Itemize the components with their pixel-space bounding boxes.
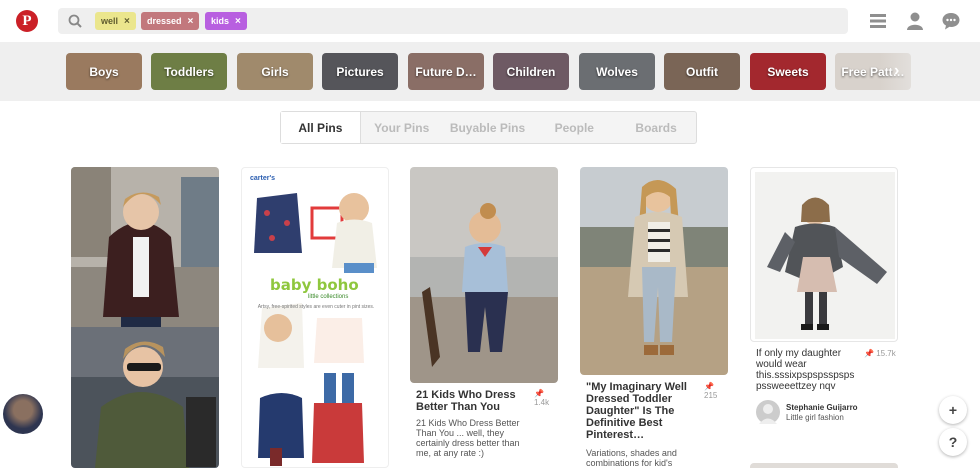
token-label: dressed	[147, 16, 182, 26]
search-token-kids[interactable]: kids ×	[205, 12, 247, 30]
remove-token-icon[interactable]: ×	[235, 16, 241, 27]
pin-description: If only my daughter would wear this.sssi…	[756, 348, 855, 392]
user-icon[interactable]	[905, 11, 925, 31]
guided-search-bar: Boys Toddlers Girls Pictures Future D… C…	[0, 42, 980, 101]
repin-count-value: 15.7k	[876, 349, 896, 358]
guide-wolves[interactable]: Wolves	[579, 53, 655, 90]
pin-image: carter's baby boho little collections Ar…	[241, 167, 389, 468]
help-button[interactable]: ?	[939, 428, 967, 456]
pin-card[interactable]: 21 Kids Who Dress Better Than You 📌 1.4k…	[410, 167, 558, 468]
repin-count-value: 1.4k	[534, 398, 550, 407]
tab-people[interactable]: People	[532, 112, 616, 143]
pinner-name[interactable]: Stephanie Guijarro	[786, 403, 858, 412]
pinterest-logo-icon[interactable]: P	[16, 10, 38, 32]
tab-your-pins[interactable]: Your Pins	[361, 112, 443, 143]
chevron-right-icon[interactable]: ›	[894, 62, 899, 80]
pin-image	[71, 167, 219, 468]
guide-children[interactable]: Children	[493, 53, 569, 90]
search-token-dressed[interactable]: dressed ×	[141, 12, 200, 30]
board-name[interactable]: Little girl fashion	[786, 413, 844, 422]
guide-boys[interactable]: Boys	[66, 53, 142, 90]
guide-future[interactable]: Future D…	[408, 53, 484, 90]
token-label: kids	[211, 16, 230, 26]
guide-toddlers[interactable]: Toddlers	[151, 53, 227, 90]
pin-card[interactable]: "My Imaginary Well Dressed Toddler Daugh…	[580, 167, 728, 468]
tab-buyable-pins[interactable]: Buyable Pins	[443, 112, 533, 143]
pin-image	[410, 167, 558, 383]
search-icon	[68, 14, 82, 28]
header-bar: P well × dressed × kids ×	[0, 0, 980, 42]
guide-girls[interactable]: Girls	[237, 53, 313, 90]
pinner-avatar[interactable]	[756, 400, 780, 424]
search-token-well[interactable]: well ×	[95, 12, 136, 30]
pin-image	[750, 167, 898, 342]
pin-description: Variations, shades and combinations for …	[586, 448, 677, 468]
profile-avatar[interactable]	[3, 394, 43, 434]
pin-filter-tabs: All Pins Your Pins Buyable Pins People B…	[280, 111, 697, 144]
pin-image	[580, 167, 728, 375]
pin-title[interactable]: 21 Kids Who Dress Better Than You	[416, 389, 536, 413]
chat-icon[interactable]	[941, 11, 961, 31]
repin-count: 📌 1.4k	[534, 389, 550, 407]
pin-description: 21 Kids Who Dress Better Than You ... we…	[416, 418, 520, 458]
token-label: well	[101, 16, 119, 26]
repin-count-value: 215	[704, 391, 718, 400]
pin-title[interactable]: "My Imaginary Well Dressed Toddler Daugh…	[586, 381, 698, 441]
next-pin-image	[750, 463, 898, 468]
pin-card[interactable]: If only my daughter would wear this.sssi…	[750, 167, 898, 468]
guide-outfit[interactable]: Outfit	[664, 53, 740, 90]
pin-card[interactable]: carter's baby boho little collections Ar…	[241, 167, 389, 468]
tab-all-pins[interactable]: All Pins	[281, 112, 361, 143]
tab-boards[interactable]: Boards	[616, 112, 696, 143]
ad-tagline: Artsy, free-spirited styles are even cut…	[257, 304, 375, 310]
ad-headline: baby boho	[270, 276, 359, 294]
search-bar[interactable]: well × dressed × kids ×	[58, 8, 848, 34]
brand-label: carter's	[250, 175, 276, 182]
pin-card[interactable]	[71, 167, 219, 468]
repin-count: 📌 15.7k	[864, 349, 896, 358]
guide-sweets[interactable]: Sweets	[750, 53, 826, 90]
user-icon	[759, 404, 777, 424]
menu-icon[interactable]	[868, 11, 888, 31]
ad-subheadline: little collections	[308, 294, 349, 300]
remove-token-icon[interactable]: ×	[188, 16, 194, 27]
repin-count: 📌 215	[704, 382, 718, 400]
remove-token-icon[interactable]: ×	[124, 16, 130, 27]
add-pin-button[interactable]: +	[939, 396, 967, 424]
guide-pictures[interactable]: Pictures	[322, 53, 398, 90]
